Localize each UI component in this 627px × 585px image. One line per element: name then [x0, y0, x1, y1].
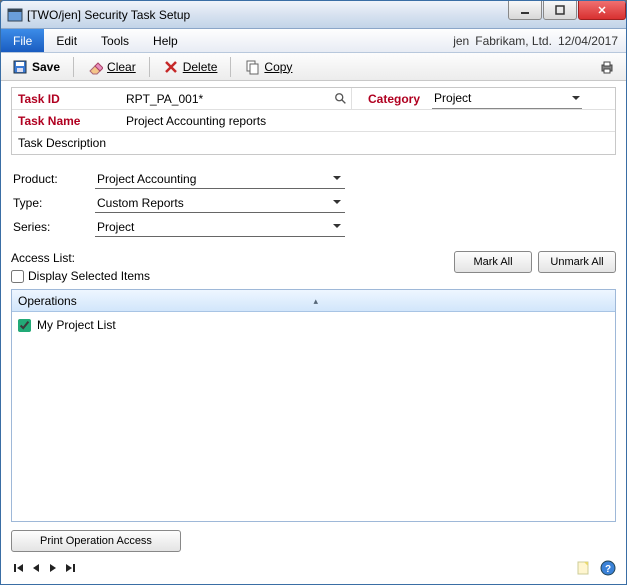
copy-button[interactable]: Copy	[237, 56, 299, 78]
display-selected-label: Display Selected Items	[28, 269, 150, 283]
title-bar: [TWO/jen] Security Task Setup	[1, 1, 626, 29]
eraser-icon	[87, 59, 103, 75]
task-id-input[interactable]	[124, 90, 332, 108]
task-desc-label: Task Description	[12, 132, 122, 154]
status-company: Fabrikam, Ltd.	[475, 34, 552, 48]
clear-button[interactable]: Clear	[80, 56, 143, 78]
status-user: jen	[453, 34, 469, 48]
clear-label: Clear	[107, 60, 136, 74]
status-area: jen Fabrikam, Ltd. 12/04/2017	[453, 29, 626, 52]
type-label: Type:	[11, 196, 95, 210]
delete-icon	[163, 59, 179, 75]
save-label: Save	[32, 60, 60, 74]
access-list-label: Access List:	[11, 251, 454, 265]
svg-text:?: ?	[605, 564, 611, 575]
nav-first-button[interactable]	[11, 560, 27, 576]
access-row: Access List: Display Selected Items Mark…	[11, 251, 616, 283]
unmark-all-button[interactable]: Unmark All	[538, 251, 616, 273]
window-controls	[508, 0, 626, 20]
printer-icon	[599, 59, 615, 75]
close-button[interactable]	[578, 0, 626, 20]
type-select[interactable]: Custom Reports	[95, 193, 345, 213]
category-select[interactable]: Project	[432, 89, 582, 109]
print-operation-access-button[interactable]: Print Operation Access	[11, 530, 181, 552]
separator	[149, 57, 150, 77]
save-icon	[12, 59, 28, 75]
delete-button[interactable]: Delete	[156, 56, 225, 78]
operations-header[interactable]: Operations ▴	[12, 290, 615, 312]
content-area: Task ID Category Project Task Name Task …	[1, 81, 626, 584]
menu-file[interactable]: File	[1, 29, 44, 52]
save-button[interactable]: Save	[5, 56, 67, 78]
header-fields: Task ID Category Project Task Name Task …	[11, 87, 616, 155]
operation-label: My Project List	[37, 318, 116, 332]
print-button[interactable]	[592, 56, 622, 78]
category-label: Category	[352, 88, 430, 109]
series-select[interactable]: Project	[95, 217, 345, 237]
nav-last-button[interactable]	[62, 560, 78, 576]
task-desc-input[interactable]	[124, 134, 613, 152]
record-nav: ?	[11, 560, 616, 576]
task-name-label: Task Name	[12, 110, 122, 131]
mark-all-button[interactable]: Mark All	[454, 251, 532, 273]
separator	[73, 57, 74, 77]
task-id-label: Task ID	[12, 88, 122, 109]
product-select[interactable]: Project Accounting	[95, 169, 345, 189]
operations-list: My Project List	[12, 312, 615, 521]
toolbar: Save Clear Delete Copy	[1, 53, 626, 81]
minimize-button[interactable]	[508, 0, 542, 20]
help-icon[interactable]: ?	[600, 560, 616, 576]
nav-prev-button[interactable]	[28, 560, 44, 576]
display-selected-check[interactable]: Display Selected Items	[11, 269, 454, 283]
nav-next-button[interactable]	[45, 560, 61, 576]
app-window: [TWO/jen] Security Task Setup File Edit …	[0, 0, 627, 585]
delete-label: Delete	[183, 60, 218, 74]
operations-header-label: Operations	[18, 294, 77, 308]
status-date: 12/04/2017	[558, 34, 618, 48]
separator	[230, 57, 231, 77]
menu-help[interactable]: Help	[141, 29, 190, 52]
copy-label: Copy	[264, 60, 292, 74]
filter-dropdowns: Product: Project Accounting Type: Custom…	[11, 169, 616, 241]
copy-icon	[244, 59, 260, 75]
operations-panel: Operations ▴ My Project List	[11, 289, 616, 522]
operation-item[interactable]: My Project List	[18, 316, 609, 334]
app-icon	[7, 7, 23, 23]
operation-checkbox[interactable]	[18, 319, 31, 332]
display-selected-checkbox[interactable]	[11, 270, 24, 283]
menu-bar: File Edit Tools Help jen Fabrikam, Ltd. …	[1, 29, 626, 53]
menu-tools[interactable]: Tools	[89, 29, 141, 52]
lookup-icon[interactable]	[332, 90, 349, 108]
maximize-button[interactable]	[543, 0, 577, 20]
menu-edit[interactable]: Edit	[44, 29, 89, 52]
product-label: Product:	[11, 172, 95, 186]
series-label: Series:	[11, 220, 95, 234]
note-icon[interactable]	[576, 560, 592, 576]
task-name-input[interactable]	[124, 112, 613, 130]
sort-arrow-icon: ▴	[314, 296, 319, 307]
